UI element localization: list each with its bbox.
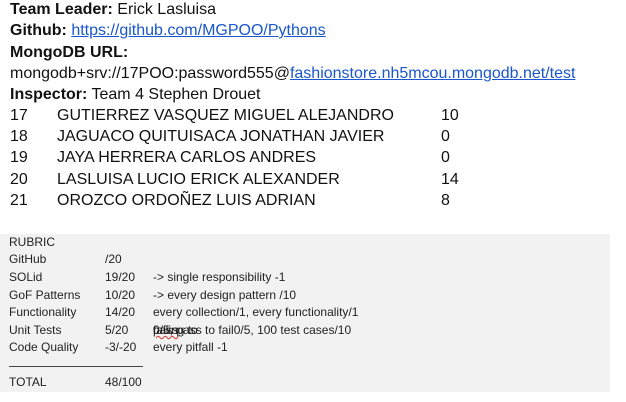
rubric-row: Functionality 14/20 every collection/1, … <box>0 304 610 321</box>
github-link[interactable]: https://github.com/MGPOO/Pythons <box>71 22 325 39</box>
team-leader-value: Erick Lasluisa <box>112 1 217 18</box>
team-leader-label: Team Leader: <box>10 1 113 18</box>
total-divider <box>9 366 143 367</box>
rubric-criterion: GoF Patterns <box>9 288 81 302</box>
team-row: 20 LASLUISA LUCIO ERICK ALEXANDER 14 <box>0 170 612 191</box>
rubric-row: Code Quality -3/-20 every pitfall -1 <box>0 339 610 356</box>
rubric-score: 10/20 <box>105 288 136 302</box>
team-number: 20 <box>10 171 28 188</box>
rubric-row: GitHub /20 <box>0 251 610 268</box>
rubric-note: every pitfall -1 <box>153 340 228 354</box>
team-number: 17 <box>10 107 28 124</box>
rubric-note: -> every design pattern /10 <box>153 288 297 302</box>
rubric-note-end: 0/5, pass to fail0/5, 100 test cases/10 <box>153 323 352 337</box>
team-row: 18 JAGUACO QUITUISACA JONATHAN JAVIER 0 <box>0 127 612 148</box>
team-score: 0 <box>441 149 450 166</box>
team-row: 19 JAYA HERRERA CARLOS ANDRES 0 <box>0 148 612 169</box>
rubric-row: SOLid 19/20 -> single responsibility -1 <box>0 269 610 286</box>
team-row: 17 GUTIERREZ VASQUEZ MIGUEL ALEJANDRO 10 <box>0 106 612 127</box>
team-leader-line: Team Leader: Erick Lasluisa <box>10 0 216 20</box>
team-score: 10 <box>441 107 459 124</box>
team-member-name: JAGUACO QUITUISACA JONATHAN JAVIER <box>57 128 385 145</box>
mongodb-link[interactable]: fashionstore.nh5mcou.mongodb.net/test <box>290 65 576 82</box>
mongodb-url-prefix: mongodb+srv://17POO:password555@ <box>10 65 290 82</box>
total-label: TOTAL <box>9 375 47 389</box>
rubric-criterion: Functionality <box>9 305 77 319</box>
github-label: Github: <box>10 22 67 39</box>
team-score: 14 <box>441 171 459 188</box>
team-score: 0 <box>441 128 450 145</box>
inspector-value: Team 4 Stephen Drouet <box>87 86 261 103</box>
rubric-note: every collection/1, every functionality/… <box>153 305 359 319</box>
total-value: 48/100 <box>105 375 142 389</box>
team-number: 21 <box>10 192 28 209</box>
github-line: Github: https://github.com/MGPOO/Pythons <box>10 21 326 41</box>
rubric-criterion: Code Quality <box>9 340 79 354</box>
rubric-note: -> single responsibility -1 <box>153 270 286 284</box>
rubric-row: GoF Patterns 10/20 -> every design patte… <box>0 287 610 304</box>
rubric-score: -3/-20 <box>105 340 137 354</box>
rubric-total-row: TOTAL 48/100 <box>0 374 610 391</box>
team-member-name: OROZCO ORDOÑEZ LUIS ADRIAN <box>57 192 316 209</box>
rubric-criterion: Unit Tests <box>9 323 62 337</box>
mongodb-url-line: mongodb+srv://17POO:password555@fashions… <box>10 64 575 84</box>
team-member-name: GUTIERREZ VASQUEZ MIGUEL ALEJANDRO <box>57 107 394 124</box>
mongodb-label-line: MongoDB URL: <box>10 43 128 63</box>
team-row: 21 OROZCO ORDOÑEZ LUIS ADRIAN 8 <box>0 191 612 212</box>
team-score: 8 <box>441 192 450 209</box>
rubric-title: RUBRIC <box>9 235 56 249</box>
team-member-name: LASLUISA LUCIO ERICK ALEXANDER <box>57 171 340 188</box>
rubric-score: 19/20 <box>105 270 136 284</box>
rubric-criterion: SOLid <box>9 270 43 284</box>
rubric-score: 5/20 <box>105 323 129 337</box>
inspector-label: Inspector: <box>10 86 88 103</box>
rubric-score: /20 <box>105 252 122 266</box>
team-number: 18 <box>10 128 28 145</box>
inspector-line: Inspector: Team 4 Stephen Drouet <box>10 85 261 105</box>
rubric-row: Unit Tests 5/20 failing to pass 0/5, pass… <box>0 322 610 339</box>
team-member-name: JAYA HERRERA CARLOS ANDRES <box>57 149 317 166</box>
rubric-score: 14/20 <box>105 305 136 319</box>
team-number: 19 <box>10 149 28 166</box>
mongodb-label: MongoDB URL: <box>10 44 129 61</box>
document-header: Team Leader: Erick Lasluisa Github: http… <box>0 0 612 215</box>
rubric-criterion: GitHub <box>9 252 47 266</box>
rubric-block: RUBRIC GitHub /20 SOLid 19/20 -> single … <box>0 234 610 392</box>
